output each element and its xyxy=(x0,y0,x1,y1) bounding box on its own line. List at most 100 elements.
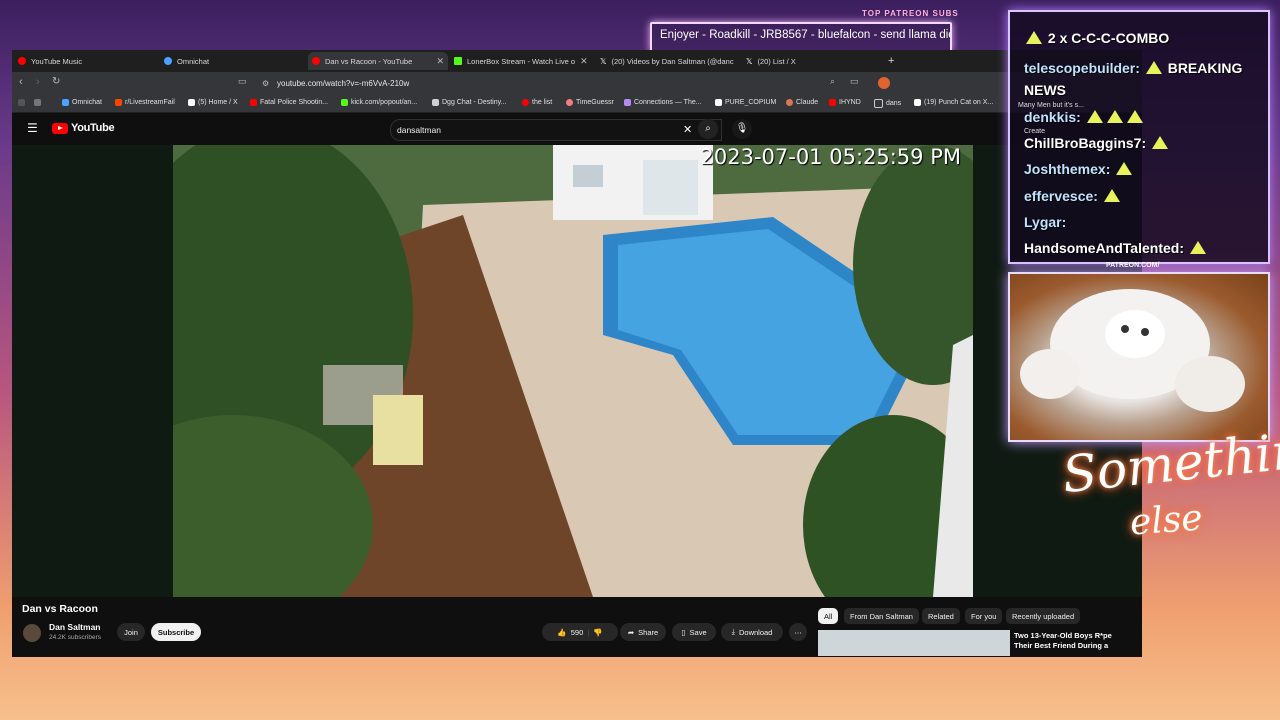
grid-icon[interactable] xyxy=(34,99,41,106)
bookmark-police-shootings[interactable]: Fatal Police Shootin... xyxy=(250,99,328,106)
download-button[interactable]: ⤓ Download xyxy=(721,623,783,641)
bookmark-connections[interactable]: Connections — The... xyxy=(624,99,702,106)
suggested-thumbnail[interactable] xyxy=(818,630,1010,656)
download-icon: ⤓ xyxy=(731,627,735,636)
microphone-icon[interactable]: 🎙 xyxy=(732,119,752,139)
bookmark-timeguessr[interactable]: TimeGuessr xyxy=(566,99,614,106)
triangle-emote-icon xyxy=(1145,61,1162,74)
cast-icon[interactable]: ▭ xyxy=(850,76,859,87)
tab-dan-vs-racoon[interactable]: Dan vs Racoon - YouTube ✕ xyxy=(308,52,448,70)
channel-name[interactable]: Dan Saltman xyxy=(49,622,101,632)
now-playing-text: Many Men but it's s... xyxy=(1018,102,1084,109)
youtube-music-icon xyxy=(18,57,26,65)
omnichat-icon xyxy=(164,57,172,65)
chip-related[interactable]: Related xyxy=(922,608,960,624)
video-meta: Dan vs Racoon Dan Saltman 24.2K subscrib… xyxy=(12,597,1142,657)
create-label: Create xyxy=(1024,128,1046,135)
address-bar[interactable]: youtube.com/watch?v=-m6VvA-210w xyxy=(277,79,409,88)
youtube-icon xyxy=(312,57,320,65)
like-button[interactable]: 👍 590 xyxy=(557,628,583,637)
bookmark-omnichat[interactable]: Omnichat xyxy=(62,99,102,106)
save-icon: ▯ xyxy=(681,627,686,637)
chat-line: Lygar: xyxy=(1024,214,1067,230)
menu-icon[interactable]: ☰ xyxy=(27,121,38,135)
bookmark-the-list[interactable]: the list xyxy=(522,99,552,106)
bookmark-kick-popout[interactable]: kick.com/popout/an... xyxy=(341,99,417,106)
bookmark-star-icon[interactable]: ▭ xyxy=(238,76,247,87)
browser-toolbar: ‹ › ↻ ▭ ⚙ youtube.com/watch?v=-m6VvA-210… xyxy=(12,72,1142,96)
video-frame[interactable]: 2023-07-01 05:25:59 PM xyxy=(173,145,973,597)
x-icon: 𝕏 xyxy=(746,56,753,66)
patreon-url: PATREON.COM/ xyxy=(1106,262,1160,269)
cat-image xyxy=(1020,289,1245,412)
bookmark-pure-copium[interactable]: PURE_COPIUM xyxy=(715,99,776,106)
triangle-emote-icon xyxy=(1026,31,1042,44)
new-tab-button[interactable]: + xyxy=(888,52,902,70)
chip-for-you[interactable]: For you xyxy=(965,608,1003,624)
apps-icon[interactable] xyxy=(18,99,25,106)
extension-icon[interactable] xyxy=(878,77,890,89)
tab-label: Omnichat xyxy=(177,56,210,66)
save-button[interactable]: ▯ Save xyxy=(672,623,716,641)
chat-line: Joshthemex: xyxy=(1024,161,1134,177)
tab-label: (20) List / X xyxy=(757,56,796,66)
thumbs-down-icon[interactable]: 👎 xyxy=(593,628,602,637)
x-icon: 𝕏 xyxy=(600,56,607,66)
join-button[interactable]: Join xyxy=(117,623,145,641)
chat-line: ChillBroBaggins7: xyxy=(1024,135,1170,151)
tab-omnichat[interactable]: Omnichat xyxy=(164,52,304,70)
tab-lonerbox[interactable]: LonerBox Stream - Watch Live o ✕ xyxy=(454,52,590,70)
bookmark-folder-dans[interactable]: dans xyxy=(874,99,901,108)
chat-line: denkkis: xyxy=(1024,109,1145,125)
bookmark-dgg-chat[interactable]: Dgg Chat - Destiny... xyxy=(432,99,506,106)
tab-dan-saltman-videos[interactable]: 𝕏 (20) Videos by Dan Saltman (@danc xyxy=(600,52,736,70)
webcam-cat-feed xyxy=(1008,272,1270,442)
search-page-icon[interactable]: ⌕ xyxy=(830,76,835,87)
video-player[interactable]: 2023-07-01 05:25:59 PM xyxy=(12,145,1142,597)
subscriber-count: 24.2K subscribers xyxy=(49,634,102,641)
chat-combo-line: 2 x C-C-C-COMBO xyxy=(1024,30,1169,46)
close-tab-icon[interactable]: ✕ xyxy=(436,56,448,67)
share-button[interactable]: ➦ Share xyxy=(620,623,666,641)
video-title: Dan vs Racoon xyxy=(22,603,98,615)
bookmark-ihynd[interactable]: IHYND xyxy=(829,99,861,106)
patreon-label: TOP PATREON SUBS xyxy=(862,9,959,18)
chip-all[interactable]: All xyxy=(818,608,839,624)
tab-label: YouTube Music xyxy=(31,56,83,66)
search-icon[interactable]: ⌕ xyxy=(698,119,718,139)
site-info-icon[interactable]: ⚙ xyxy=(262,79,269,88)
search-input[interactable]: dansaltman ✕ xyxy=(390,119,722,141)
bookmark-x-home[interactable]: (5) Home / X xyxy=(188,99,238,106)
kick-icon xyxy=(454,57,462,65)
clear-search-icon[interactable]: ✕ xyxy=(683,123,692,136)
suggested-title[interactable]: Two 13-Year-Old Boys R*pe Their Best Fri… xyxy=(1014,631,1126,651)
channel-avatar[interactable] xyxy=(23,624,41,642)
neon-sign-line2: else xyxy=(1128,497,1204,544)
bookmark-claude[interactable]: Claude xyxy=(786,99,818,106)
bookmark-livestreamfail[interactable]: r/LivestreamFail xyxy=(115,99,175,106)
youtube-play-icon xyxy=(52,122,68,134)
more-actions-button[interactable]: ⋯ xyxy=(789,623,807,641)
forward-icon[interactable]: › xyxy=(36,76,40,88)
reload-icon[interactable]: ↻ xyxy=(52,76,60,87)
tab-youtube-music[interactable]: YouTube Music xyxy=(18,52,158,70)
bookmark-punch-cat[interactable]: (19) Punch Cat on X... xyxy=(914,99,993,106)
youtube-header: ☰ YouTube dansaltman ✕ ⌕ 🎙 xyxy=(12,113,1142,145)
youtube-logo[interactable]: YouTube xyxy=(52,122,115,134)
patreon-subs-box: Enjoyer - Roadkill - JRB8567 - bluefalco… xyxy=(650,22,952,52)
chat-line: effervesce: xyxy=(1024,188,1122,204)
close-tab-icon[interactable]: ✕ xyxy=(580,56,590,67)
chat-line: NEWS xyxy=(1024,82,1066,98)
chip-recently-uploaded[interactable]: Recently uploaded xyxy=(1006,608,1081,624)
tab-bar: YouTube Music Omnichat Dan vs Racoon - Y… xyxy=(12,50,1142,72)
camera-timestamp: 2023-07-01 05:25:59 PM xyxy=(700,145,962,169)
chat-line: HandsomeAndTalented: xyxy=(1024,240,1208,256)
browser-window: YouTube Music Omnichat Dan vs Racoon - Y… xyxy=(12,50,1142,657)
patreon-subs-text: Enjoyer - Roadkill - JRB8567 - bluefalco… xyxy=(660,29,952,41)
back-icon[interactable]: ‹ xyxy=(19,76,23,88)
subscribe-button[interactable]: Subscribe xyxy=(151,623,201,641)
chip-from-dan-saltman[interactable]: From Dan Saltman xyxy=(844,608,919,624)
thumbs-up-icon: 👍 xyxy=(557,627,567,637)
like-dislike-group: 👍 590 | 👎 xyxy=(542,623,618,641)
tab-x-list[interactable]: 𝕏 (20) List / X xyxy=(746,52,886,70)
